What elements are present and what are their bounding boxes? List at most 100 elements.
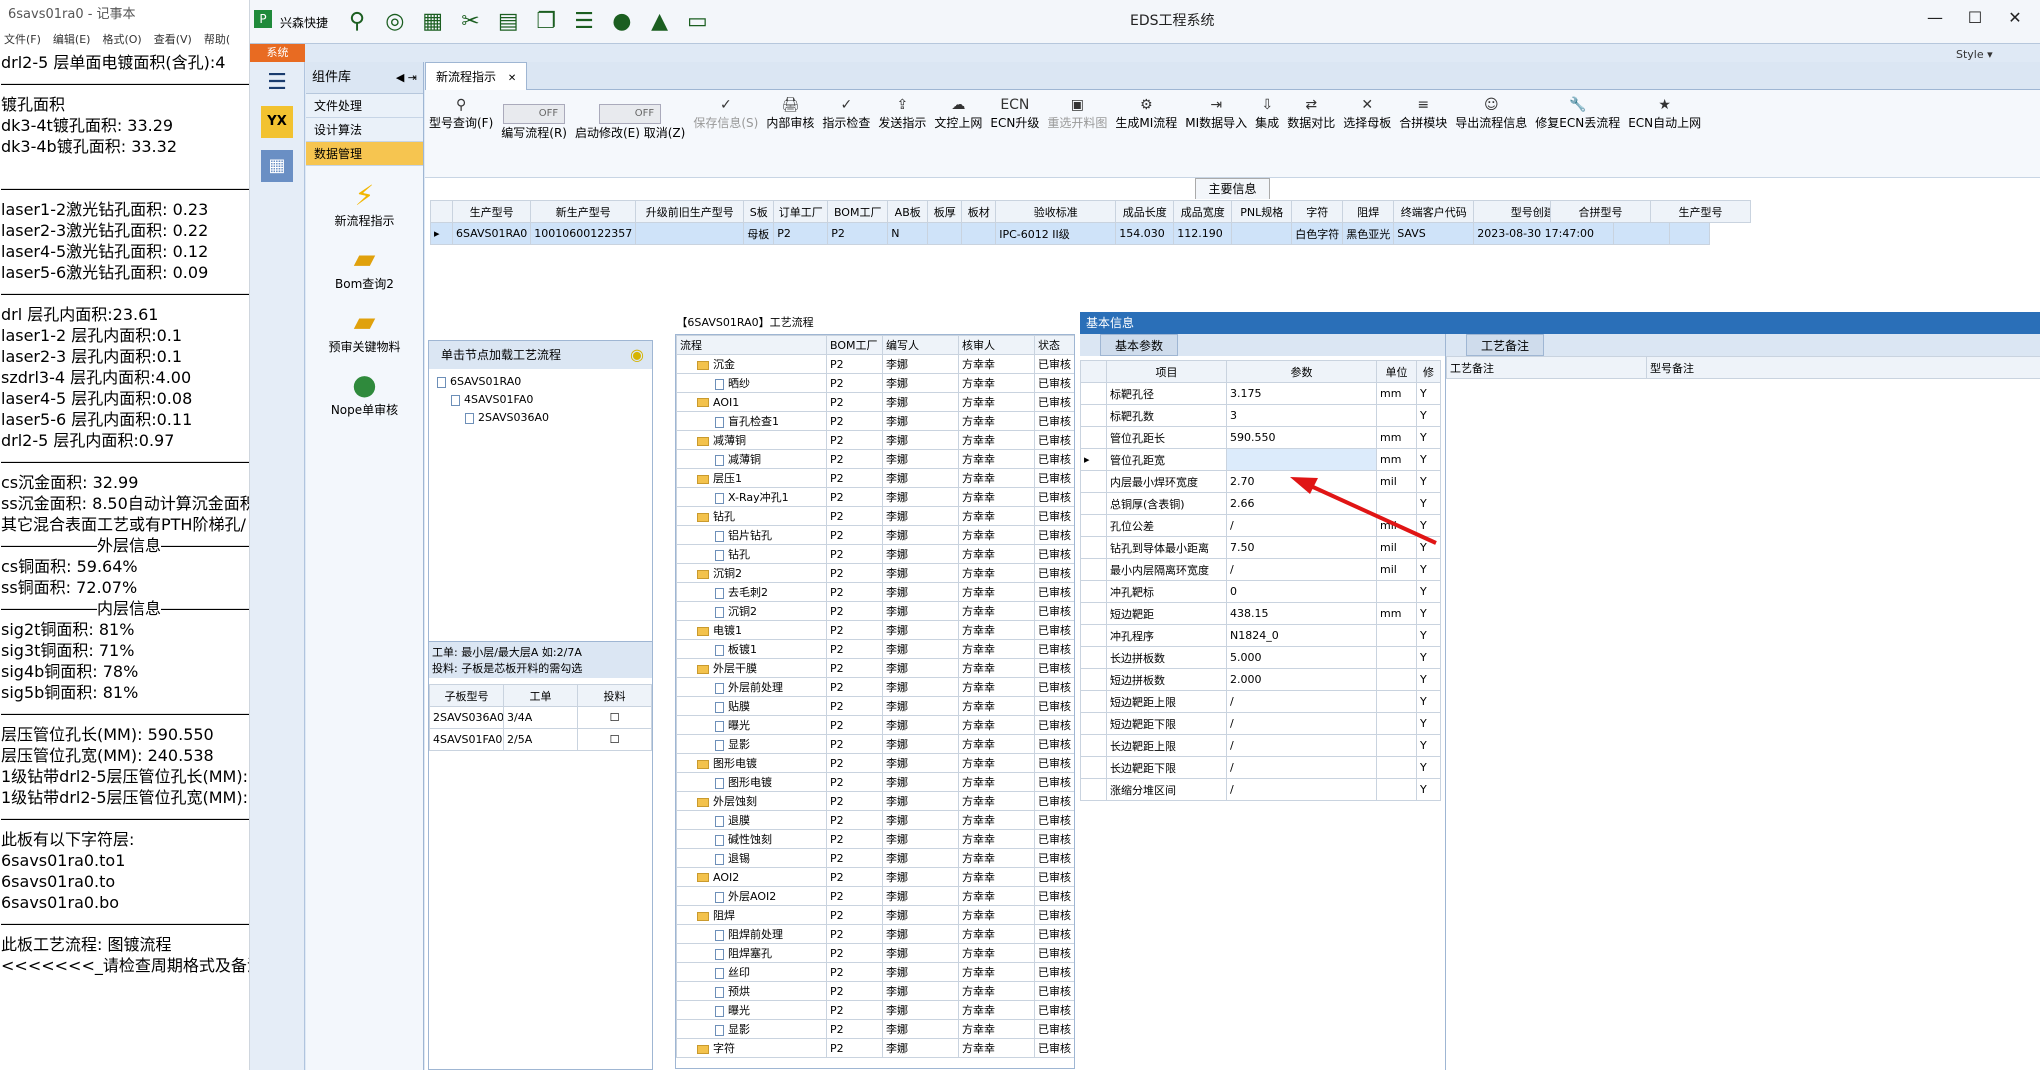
monitor-icon[interactable]: ▭: [682, 7, 712, 37]
process-name[interactable]: 贴膜: [676, 696, 827, 716]
table-cell[interactable]: /: [1226, 712, 1377, 735]
table-row[interactable]: 孔位公差 / mil Y: [1080, 514, 1441, 537]
col-header[interactable]: S板: [743, 200, 775, 223]
feed-checkbox[interactable]: ☐: [577, 728, 652, 751]
ribbon-button[interactable]: ⇥ MI数据导入: [1181, 90, 1251, 131]
table-cell[interactable]: [961, 222, 997, 245]
table-cell[interactable]: 长边拼板数: [1106, 646, 1227, 669]
process-name[interactable]: 盲孔检查1: [676, 411, 827, 431]
table-cell[interactable]: 6SAVS01RA0: [451, 222, 532, 245]
ribbon-button[interactable]: ⚲ 型号查询(F): [425, 90, 497, 131]
col-header[interactable]: 项目: [1106, 360, 1227, 383]
process-name[interactable]: 板镀1: [676, 639, 827, 659]
table-cell[interactable]: 4SAVS01FA0: [429, 728, 504, 751]
table-row[interactable]: 短边靶距上限 / Y: [1080, 690, 1441, 713]
ribbon-button[interactable]: ≡ 合拼模块: [1395, 90, 1451, 131]
table-row[interactable]: 电镀1 P2 李娜 方幸幸 已审核: [676, 620, 1074, 640]
minimize-button[interactable]: —: [1915, 8, 1955, 27]
table-row[interactable]: 阻焊塞孔 P2 李娜 方幸幸 已审核: [676, 943, 1074, 963]
process-name[interactable]: 晒纱: [676, 373, 827, 393]
tab-basic-params[interactable]: 基本参数: [1100, 334, 1179, 356]
col-header[interactable]: 参数: [1226, 360, 1377, 383]
process-name[interactable]: 预烘: [676, 981, 827, 1001]
table-cell[interactable]: 2023-08-30 17:47:00: [1473, 222, 1615, 245]
table-cell[interactable]: /: [1226, 734, 1377, 757]
table-cell[interactable]: [1376, 734, 1417, 757]
menu-help[interactable]: 帮助(: [204, 33, 230, 46]
table-cell[interactable]: 涨缩分堆区间: [1106, 778, 1227, 801]
table-row[interactable]: 层压1 P2 李娜 方幸幸 已审核: [676, 468, 1074, 488]
table-row[interactable]: 沉铜2 P2 李娜 方幸幸 已审核: [676, 601, 1074, 621]
table-cell[interactable]: [1226, 448, 1377, 471]
ribbon-button[interactable]: ECN ECN升级: [986, 90, 1043, 131]
table-row[interactable]: 2SAVS036A0 3/4A ☐: [429, 706, 652, 729]
table-cell[interactable]: Y: [1416, 712, 1441, 735]
scissors-icon[interactable]: ✂: [455, 7, 485, 37]
table-row[interactable]: 盲孔检查1 P2 李娜 方幸幸 已审核: [676, 411, 1074, 431]
table-cell[interactable]: 438.15: [1226, 602, 1377, 625]
table-cell[interactable]: Y: [1416, 404, 1441, 427]
table-cell[interactable]: [1231, 222, 1293, 245]
table-cell[interactable]: Y: [1416, 646, 1441, 669]
process-name[interactable]: 图形电镀: [676, 753, 827, 773]
ribbon-button[interactable]: ☁ 文控上网: [930, 90, 986, 131]
search-icon[interactable]: ⚲: [342, 7, 372, 37]
process-name[interactable]: 外层AOI2: [676, 886, 827, 906]
table-row[interactable]: 外层干膜 P2 李娜 方幸幸 已审核: [676, 658, 1074, 678]
table-cell[interactable]: 长边靶距下限: [1106, 756, 1227, 779]
table-cell[interactable]: 3.175: [1226, 382, 1377, 405]
table-cell[interactable]: N: [887, 222, 929, 245]
table-cell[interactable]: mm: [1376, 382, 1417, 405]
process-name[interactable]: 字符: [676, 1038, 827, 1058]
table-cell[interactable]: Y: [1416, 470, 1441, 493]
table-cell[interactable]: [1376, 690, 1417, 713]
ribbon-button[interactable]: 🖨 内部审核: [762, 90, 818, 131]
table-row[interactable]: 曝光 P2 李娜 方幸幸 已审核: [676, 1000, 1074, 1020]
col-header[interactable]: 生产型号: [451, 200, 532, 223]
table-row[interactable]: 外层前处理 P2 李娜 方幸幸 已审核: [676, 677, 1074, 697]
col-header[interactable]: 订单工厂: [773, 200, 829, 223]
table-cell[interactable]: N1824_0: [1226, 624, 1377, 647]
col-header[interactable]: 字符: [1291, 200, 1344, 223]
table-row[interactable]: 晒纱 P2 李娜 方幸幸 已审核: [676, 373, 1074, 393]
ribbon-button[interactable]: ★ ECN自动上网: [1624, 90, 1705, 131]
calculator-icon[interactable]: ▦: [261, 150, 293, 182]
col-header[interactable]: 流程: [676, 335, 827, 355]
col-header[interactable]: 合拼型号: [1550, 200, 1651, 223]
table-row[interactable]: 沉金 P2 李娜 方幸幸 已审核: [676, 354, 1074, 374]
table-cell[interactable]: mil: [1376, 536, 1417, 559]
table-cell[interactable]: [1613, 222, 1671, 245]
table-cell[interactable]: /: [1226, 690, 1377, 713]
hamburger-icon[interactable]: ☰: [262, 70, 292, 95]
table-row[interactable]: 内层最小焊环宽度 2.70 mil Y: [1080, 470, 1441, 493]
toggle-switch[interactable]: OFF: [599, 104, 662, 124]
ribbon-button[interactable]: OFF 启动修改(E) 取消(Z): [571, 90, 689, 141]
table-row[interactable]: 长边拼板数 5.000 Y: [1080, 646, 1441, 669]
table-row[interactable]: 最小内层隔离环宽度 / mil Y: [1080, 558, 1441, 581]
table-row[interactable]: 4SAVS01FA0 2/5A ☐: [429, 728, 652, 751]
table-cell[interactable]: mil: [1376, 514, 1417, 537]
user-icon[interactable]: ●: [607, 7, 637, 37]
table-cell[interactable]: 2.000: [1226, 668, 1377, 691]
table-row[interactable]: 标靶孔径 3.175 mm Y: [1080, 382, 1441, 405]
table-row[interactable]: 长边靶距上限 / Y: [1080, 734, 1441, 757]
process-name[interactable]: 钻孔: [676, 506, 827, 526]
table-cell[interactable]: 2.70: [1226, 470, 1377, 493]
table-cell[interactable]: 112.190: [1173, 222, 1233, 245]
table-row[interactable]: 长边靶距下限 / Y: [1080, 756, 1441, 779]
tool-pre-review[interactable]: ▰ 预审关键物料: [306, 306, 423, 355]
table-cell[interactable]: mm: [1376, 602, 1417, 625]
table-cell[interactable]: 短边拼板数: [1106, 668, 1227, 691]
table-cell[interactable]: [1376, 712, 1417, 735]
process-name[interactable]: 层压1: [676, 468, 827, 488]
col-header[interactable]: AB板: [887, 200, 929, 223]
maximize-button[interactable]: ☐: [1955, 8, 1995, 27]
tool-bom-query[interactable]: ▰ Bom查询2: [306, 243, 423, 292]
process-name[interactable]: 阻焊前处理: [676, 924, 827, 944]
process-name[interactable]: 外层前处理: [676, 677, 827, 697]
process-name[interactable]: 外层蚀刻: [676, 791, 827, 811]
table-cell[interactable]: 冲孔靶标: [1106, 580, 1227, 603]
table-cell[interactable]: [1376, 404, 1417, 427]
table-row[interactable]: 预烘 P2 李娜 方幸幸 已审核: [676, 981, 1074, 1001]
panel-nav-icon[interactable]: ◀ ⇥: [396, 62, 417, 94]
